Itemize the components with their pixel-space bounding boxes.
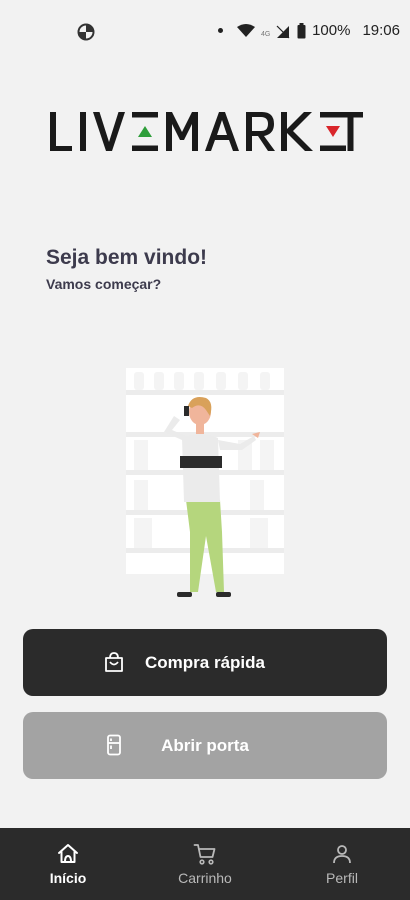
open-door-button[interactable]: Abrir porta	[23, 712, 387, 779]
notification-dot-icon	[218, 28, 224, 33]
nav-label-profile: Perfil	[326, 870, 358, 886]
nav-label-home: Início	[49, 870, 87, 886]
battery-icon	[297, 22, 306, 38]
greeting-title: Seja bem vindo!	[46, 246, 208, 269]
shopping-bag-icon	[105, 652, 123, 672]
battery-percent: 100%	[312, 22, 351, 39]
user-icon	[333, 845, 351, 864]
nav-item-cart[interactable]: Carrinho	[137, 828, 273, 900]
greeting-subtitle: Vamos começar?	[46, 276, 162, 292]
status-right: 4G 100% 19:06	[218, 22, 400, 39]
quick-buy-button[interactable]: Compra rápida	[23, 629, 387, 696]
status-bar: 4G 100% 19:06	[0, 0, 410, 62]
nav-label-cart: Carrinho	[178, 870, 232, 886]
status-time: 19:06	[362, 22, 400, 39]
cart-icon	[193, 844, 216, 865]
nav-item-home[interactable]: Início	[0, 828, 136, 900]
nav-item-profile[interactable]: Perfil	[274, 828, 410, 900]
network-label: 4G	[261, 31, 270, 38]
wifi-icon	[237, 23, 256, 37]
fridge-icon	[107, 734, 121, 756]
home-icon	[58, 844, 78, 863]
data-saver-icon	[77, 23, 95, 41]
signal-icon: 4G	[261, 25, 290, 38]
livemarket-logo	[50, 112, 363, 151]
shopper-illustration	[126, 368, 284, 597]
bottom-navigation: Início Carrinho Perfil	[0, 828, 410, 900]
open-door-label: Abrir porta	[161, 735, 249, 755]
quick-buy-label: Compra rápida	[145, 652, 265, 672]
